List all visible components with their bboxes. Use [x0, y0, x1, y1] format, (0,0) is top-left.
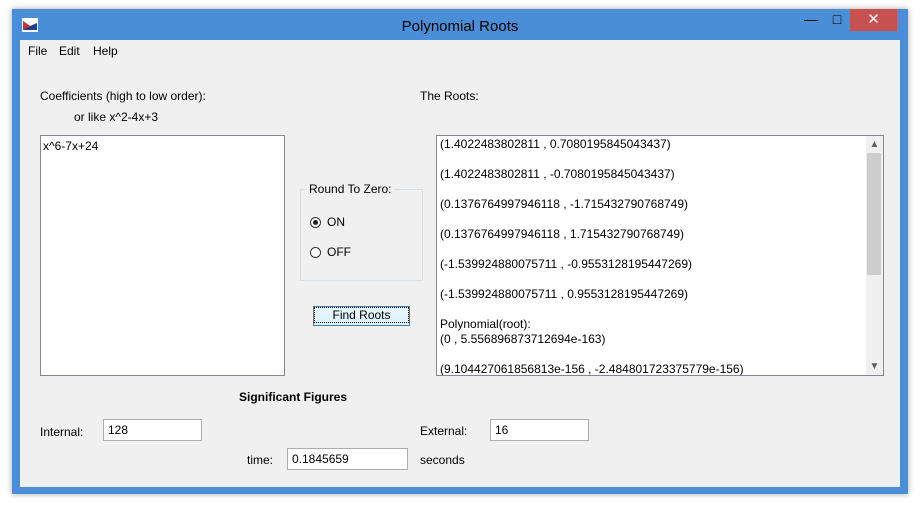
roots-output[interactable]: (1.4022483802811 , 0.7080195845043437) (… [436, 135, 884, 376]
menu-edit[interactable]: Edit [59, 44, 80, 58]
scroll-up-icon[interactable]: ▲ [866, 136, 883, 153]
internal-input[interactable]: 128 [103, 419, 202, 441]
time-unit: seconds [420, 453, 465, 467]
menu-file[interactable]: File [28, 44, 47, 58]
roots-label: The Roots: [420, 89, 479, 103]
round-off-label[interactable]: OFF [327, 245, 351, 259]
maximize-button[interactable]: □ [824, 9, 850, 31]
client-area: File Edit Help Coefficients (high to low… [20, 40, 900, 487]
round-to-zero-title: Round To Zero: [307, 182, 394, 196]
significant-figures-title: Significant Figures [239, 390, 348, 404]
coefficients-label: Coefficients (high to low order): [40, 89, 206, 103]
coefficients-value: x^6-7x+24 [43, 139, 99, 153]
menu-help[interactable]: Help [93, 44, 118, 58]
root-line: (1.4022483802811 , -0.7080195845043437) [440, 167, 675, 181]
scroll-thumb[interactable] [867, 153, 881, 275]
find-roots-label: Find Roots [314, 307, 409, 323]
scroll-down-icon[interactable]: ▼ [866, 358, 883, 375]
round-on-radio[interactable] [310, 217, 321, 228]
title-bar[interactable]: Polynomial Roots — □ ✕ [12, 9, 908, 40]
close-button[interactable]: ✕ [850, 9, 897, 31]
menu-bar: File Edit Help [20, 40, 900, 62]
polynomial-line: (9.104427061856813e-156 , -2.48480172337… [440, 362, 744, 376]
round-off-radio[interactable] [310, 247, 321, 258]
root-line: (-1.539924880075711 , 0.9553128195447269… [440, 287, 689, 301]
root-line: (0.1376764997946118 , -1.715432790768749… [440, 197, 689, 211]
polynomial-line [440, 347, 865, 362]
roots-content: (1.4022483802811 , 0.7080195845043437) (… [440, 137, 865, 376]
roots-scrollbar[interactable]: ▲ ▼ [866, 136, 883, 375]
window-title: Polynomial Roots [401, 18, 519, 35]
internal-label: Internal: [40, 425, 84, 439]
time-label: time: [247, 453, 274, 467]
find-roots-button[interactable]: Find Roots [313, 306, 410, 326]
root-line: (-1.539924880075711 , -0.955312819544726… [440, 257, 692, 271]
coefficients-hint: or like x^2-4x+3 [74, 110, 158, 124]
root-line: (1.4022483802811 , 0.7080195845043437) [440, 137, 671, 151]
round-to-zero-group: Round To Zero: ON OFF [300, 182, 423, 281]
round-on-label[interactable]: ON [327, 215, 345, 229]
polynomial-line: (0 , 5.556896873712694e-163) [440, 332, 606, 346]
time-input[interactable]: 0.1845659 [287, 448, 408, 470]
minimize-button[interactable]: — [798, 9, 824, 31]
external-label: External: [420, 424, 468, 438]
root-line: (0.1376764997946118 , 1.715432790768749) [440, 227, 685, 241]
polynomial-label: Polynomial(root): [440, 317, 531, 331]
coefficients-input[interactable]: x^6-7x+24 [40, 135, 285, 376]
app-window: Polynomial Roots — □ ✕ File Edit Help Co… [12, 9, 908, 494]
external-input[interactable]: 16 [490, 419, 589, 441]
